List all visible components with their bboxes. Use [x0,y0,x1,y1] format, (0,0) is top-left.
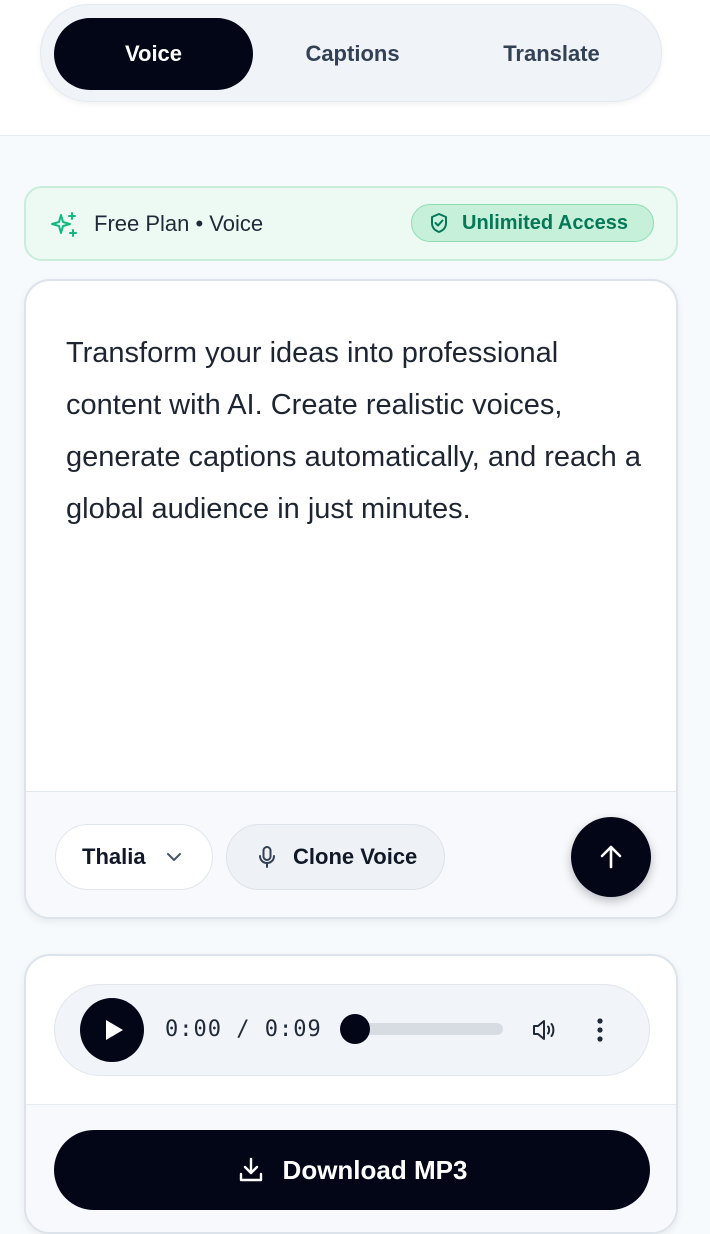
audio-card: 0:00 / 0:09 Download MP3 [24,954,678,1234]
clone-voice-button[interactable]: Clone Voice [226,824,445,890]
download-label: Download MP3 [282,1154,468,1185]
progress-thumb[interactable] [340,1014,370,1044]
audio-player: 0:00 / 0:09 [54,984,650,1076]
play-icon [106,1020,123,1040]
progress-slider[interactable] [340,1014,503,1044]
download-icon [239,1157,262,1182]
play-button[interactable] [80,998,144,1062]
top-bar: Voice Captions Translate [0,0,710,136]
generate-button[interactable] [571,817,651,897]
tab-voice[interactable]: Voice [54,18,253,90]
voice-select-value: Thalia [82,844,146,869]
editor-toolbar: Thalia Clone Voice [26,791,676,917]
voice-select[interactable]: Thalia [55,824,213,890]
download-mp3-button[interactable]: Download MP3 [54,1130,650,1210]
volume-icon[interactable] [530,1016,558,1044]
text-input[interactable]: Transform your ideas into professional c… [66,327,646,535]
time-display: 0:00 / 0:09 [165,1017,322,1042]
unlimited-access-badge: Unlimited Access [411,204,654,242]
arrow-up-icon [600,845,622,869]
mode-tabs: Voice Captions Translate [40,4,662,102]
shield-check-icon [431,213,447,233]
clone-voice-label: Clone Voice [293,844,418,869]
plan-banner: Free Plan • Voice Unlimited Access [24,186,678,261]
chevron-down-icon [167,853,181,861]
tab-translate[interactable]: Translate [452,18,651,90]
more-options-icon[interactable] [592,1016,608,1044]
plan-label: Free Plan • Voice [94,210,264,236]
sparkles-icon [51,212,77,237]
tab-captions[interactable]: Captions [253,18,452,90]
microphone-icon [259,846,275,868]
editor-card: Transform your ideas into professional c… [24,279,678,919]
badge-label: Unlimited Access [462,211,628,234]
